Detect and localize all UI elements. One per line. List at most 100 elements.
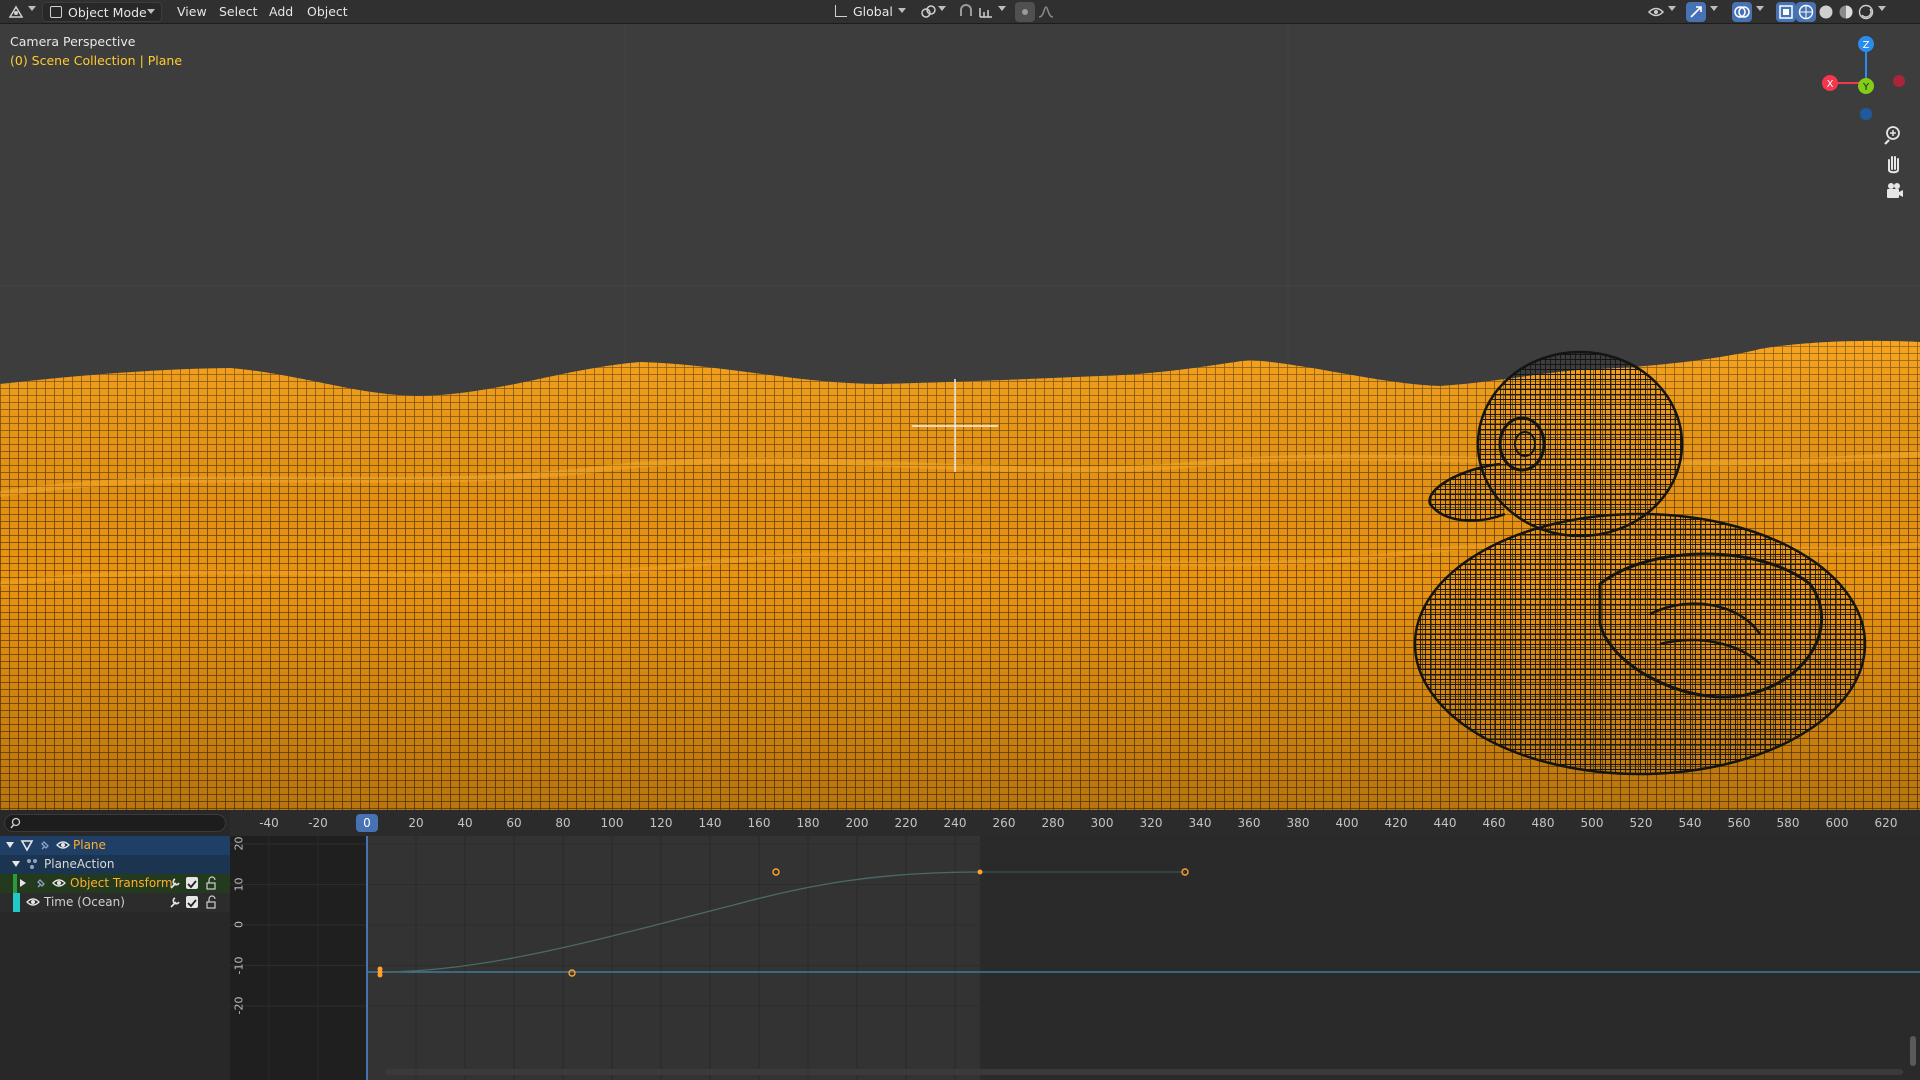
channel-plane[interactable]: Plane	[0, 836, 230, 855]
chevron-down-icon	[147, 9, 155, 14]
viewport-title: Camera Perspective	[10, 34, 136, 49]
menu-add[interactable]: Add	[262, 2, 300, 22]
menu-object[interactable]: Object	[300, 2, 355, 22]
axis-z-label: Z	[1863, 40, 1870, 51]
y-tick-label: -20	[232, 996, 246, 1015]
gizmo-toggle-icon[interactable]	[1686, 2, 1706, 22]
frame-tick-label: 580	[1776, 816, 1800, 830]
frame-tick-label: 420	[1384, 816, 1408, 830]
viewport-canvas	[0, 24, 1920, 810]
channel-label-object-transform: Object Transform	[70, 876, 173, 890]
horizontal-scrollbar[interactable]	[385, 1069, 1903, 1075]
chevron-down-icon	[1668, 6, 1676, 11]
camera-view-icon[interactable]	[1881, 178, 1907, 204]
channel-time-ocean[interactable]: Time (Ocean)	[0, 893, 230, 912]
frame-tick-label: 180	[796, 816, 820, 830]
graph-editor: Plane PlaneAction Object Transform Time …	[0, 810, 1920, 1080]
editor-type-icon[interactable]	[6, 2, 26, 22]
object-mode-label: Object Mode	[68, 5, 147, 20]
frame-tick-label: 480	[1531, 816, 1555, 830]
frame-tick-label: 520	[1629, 816, 1653, 830]
chevron-down-icon	[1710, 6, 1718, 11]
visibility-eye-icon[interactable]	[26, 895, 40, 915]
frame-tick-label: 100	[600, 816, 624, 830]
frame-tick-label: 300	[1090, 816, 1114, 830]
modifier-wrench-icon[interactable]	[168, 895, 182, 915]
orientation-icon	[835, 5, 847, 17]
channel-color-bar	[13, 893, 20, 912]
chevron-down-icon	[898, 8, 906, 13]
axis-neg-z-icon[interactable]	[1860, 108, 1872, 120]
snap-increment-icon[interactable]	[976, 2, 996, 22]
frame-tick-label: 20	[408, 816, 424, 830]
frame-tick-label: 240	[943, 816, 967, 830]
frame-tick-label: 260	[992, 816, 1016, 830]
frame-tick-label: 200	[845, 816, 869, 830]
xray-icon[interactable]	[1776, 2, 1796, 22]
axis-y-label: Y	[1862, 82, 1870, 93]
frame-tick-label: 620	[1874, 816, 1898, 830]
proportional-editing-icon[interactable]	[1015, 2, 1035, 22]
y-tick-label: 0	[232, 921, 246, 928]
overlays-icon[interactable]	[1732, 2, 1752, 22]
channel-search-field[interactable]	[4, 814, 226, 832]
frame-tick-label: 600	[1825, 816, 1849, 830]
frame-tick-label: 60	[506, 816, 522, 830]
frame-tick-label: 500	[1580, 816, 1604, 830]
expand-arrow-icon[interactable]	[20, 879, 26, 887]
falloff-icon[interactable]	[1036, 2, 1056, 22]
vertical-scrollbar[interactable]	[1910, 1036, 1916, 1066]
lock-icon[interactable]	[204, 895, 218, 915]
object-mode-dropdown[interactable]: Object Mode	[42, 2, 162, 22]
frame-tick-label: 340	[1188, 816, 1212, 830]
menu-select[interactable]: Select	[212, 2, 265, 22]
axis-neg-x-icon[interactable]	[1893, 75, 1905, 87]
shading-rendered-icon[interactable]	[1856, 2, 1876, 22]
transform-orientation-dropdown[interactable]: Global	[828, 2, 910, 22]
frame-tick-label: -40	[259, 816, 279, 830]
pan-hand-icon[interactable]	[1881, 150, 1907, 176]
keyframe-point[interactable]	[377, 966, 383, 972]
keyframe-point[interactable]	[977, 869, 983, 875]
channel-plane-action[interactable]: PlaneAction	[0, 855, 230, 874]
channel-object-transform[interactable]: Object Transform	[0, 874, 230, 893]
graph-canvas[interactable]	[230, 836, 1920, 1080]
channel-label-plane-action: PlaneAction	[44, 857, 115, 871]
chevron-down-icon	[1756, 6, 1764, 11]
channel-label-time-ocean: Time (Ocean)	[44, 895, 125, 909]
active-range-region	[367, 836, 980, 1080]
chevron-down-icon	[1878, 6, 1886, 11]
frame-ruler[interactable]: -40 -20 0 20 40 60 80 100 120 140 160 180 200 220 240 2…	[230, 810, 1920, 836]
graph-area[interactable]: -40 -20 0 20 40 60 80 100 120 140 160 180 200 220 240 2…	[230, 810, 1920, 1080]
zoom-icon[interactable]	[1881, 122, 1907, 148]
keyframe-point[interactable]	[377, 972, 383, 978]
frame-tick-label: 40	[457, 816, 473, 830]
mute-checkbox-icon[interactable]	[186, 896, 198, 908]
object-visibility-icon[interactable]	[1646, 2, 1666, 22]
axis-x-label: X	[1827, 79, 1834, 90]
navigation-gizmo[interactable]: Z X Y	[1816, 30, 1916, 120]
frame-tick-label: 360	[1237, 816, 1261, 830]
current-frame-indicator[interactable]: 0	[356, 814, 378, 832]
expand-arrow-icon[interactable]	[6, 842, 14, 848]
channel-list: Plane PlaneAction Object Transform Time …	[0, 810, 230, 1080]
frame-tick-label: 220	[894, 816, 918, 830]
menu-view[interactable]: View	[170, 2, 214, 22]
y-tick-label: -10	[232, 956, 246, 974]
frame-tick-label: 460	[1482, 816, 1506, 830]
frame-tick-label: 140	[698, 816, 722, 830]
y-tick-label: 20	[232, 836, 246, 851]
shading-wireframe-icon[interactable]	[1796, 2, 1816, 22]
3d-viewport[interactable]: Camera Perspective (0) Scene Collection …	[0, 24, 1920, 810]
shading-solid-icon[interactable]	[1816, 2, 1836, 22]
snap-icon[interactable]	[956, 2, 976, 22]
mute-checkbox-icon[interactable]	[186, 877, 198, 889]
scene-collection-label: (0) Scene Collection | Plane	[10, 53, 183, 68]
editor-type-caret-icon	[28, 6, 36, 11]
frame-tick-label: 280	[1041, 816, 1065, 830]
group-color-bar	[13, 874, 17, 893]
shading-material-icon[interactable]	[1836, 2, 1856, 22]
pivot-point-icon[interactable]	[918, 2, 938, 22]
expand-arrow-icon[interactable]	[12, 861, 20, 867]
chevron-down-icon	[998, 6, 1006, 11]
